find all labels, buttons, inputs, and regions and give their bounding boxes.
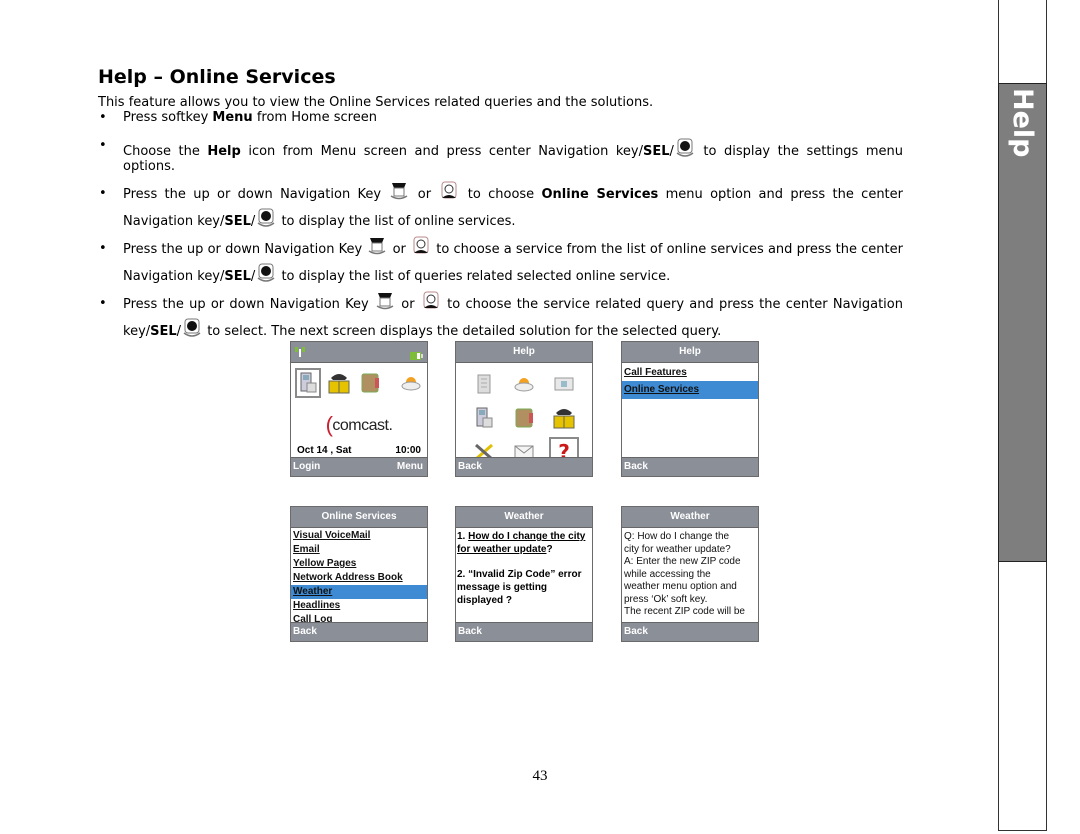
help-list: Call Features Online Services [622,363,758,399]
softkey-back[interactable]: Back [458,626,482,637]
services-list: Visual VoiceMail Email Yellow Pages Netw… [291,528,427,627]
instruction-step: Press the up or down Navigation Key or t… [98,236,903,290]
address-book-icon[interactable] [549,403,579,433]
list-item[interactable]: Yellow Pages [291,557,427,571]
nav-select-key-icon [256,263,276,283]
softkey-back[interactable]: Back [624,626,648,637]
phone-settings-icon[interactable] [295,368,321,398]
screen-title: Online Services [291,507,427,528]
screen-title: Weather [456,507,592,528]
intro-text: This feature allows you to view the Onli… [98,95,654,110]
status-bar [291,342,427,363]
softkey-bar: Back [622,622,758,641]
media-icon[interactable] [549,369,579,399]
nav-up-key-icon [389,181,409,201]
screen-weather-queries: Weather 1. How do I change the city for … [455,506,593,642]
list-item[interactable]: Email [291,543,427,557]
screen-title: Help [456,342,592,363]
nav-down-key-icon [411,236,431,256]
screen-title: Weather [622,507,758,528]
instruction-list: Press softkey Menu from Home screen Choo… [98,110,903,345]
phone-settings-icon[interactable] [469,403,499,433]
screen-help-menu: Help ? Back [455,341,593,477]
weather-icon[interactable] [509,369,539,399]
screen-home: (comcast. Oct 14 , Sat 10:00 Login Menu [290,341,428,477]
comcast-logo: (comcast. [325,412,393,437]
side-tab-label: Help [1007,88,1038,158]
screen-weather-answer: Weather Q: How do I change the city for … [621,506,759,642]
query-list: 1. How do I change the city for weather … [456,528,590,607]
nav-up-key-icon [375,291,395,311]
call-log-icon[interactable] [469,369,499,399]
page-number: 43 [532,768,548,784]
nav-up-key-icon [367,236,387,256]
instruction-step: Press the up or down Navigation Key or t… [98,181,903,235]
list-item-selected[interactable]: Online Services [622,381,758,399]
list-item[interactable]: Call Features [622,365,758,381]
query-item[interactable]: 1. How do I change the city for weather … [456,530,590,556]
list-item[interactable]: Visual VoiceMail [291,529,427,543]
time-label: 10:00 [395,445,421,456]
list-item[interactable]: Headlines [291,599,427,613]
softkey-back[interactable]: Back [624,461,648,472]
softkey-back[interactable]: Back [293,626,317,637]
softkey-menu[interactable]: Menu [397,458,423,476]
softkey-bar: Back [291,622,427,641]
softkey-bar: Login Menu [291,457,427,476]
address-book-icon[interactable] [327,368,352,398]
list-item-selected[interactable]: Weather [291,585,427,599]
page-title: Help – Online Services [98,66,336,88]
nav-select-key-icon [256,208,276,228]
list-item[interactable]: Network Address Book [291,571,427,585]
nav-select-key-icon [675,138,695,158]
battery-icon [410,348,423,360]
home-shortcuts [291,363,427,398]
instruction-step: Choose the Help icon from Menu screen an… [98,138,903,174]
softkey-bar: Back [456,622,592,641]
date-time-row: Oct 14 , Sat 10:00 [297,445,421,456]
instruction-step: Press softkey Menu from Home screen [98,110,903,125]
instruction-step: Press the up or down Navigation Key or t… [98,291,903,345]
nav-down-key-icon [421,291,441,311]
screen-online-services: Online Services Visual VoiceMail Email Y… [290,506,428,642]
notebook-icon[interactable] [357,368,382,398]
query-item[interactable]: 2. “Invalid Zip Code” error message is g… [456,568,590,607]
softkey-back[interactable]: Back [458,461,482,472]
answer-text: Q: How do I change the city for weather … [624,531,745,617]
nav-select-key-icon [182,318,202,338]
nav-down-key-icon [439,181,459,201]
weather-icon[interactable] [398,368,423,398]
notebook-icon[interactable] [509,403,539,433]
menu-grid: ? [456,363,592,467]
screen-title: Help [622,342,758,363]
softkey-login[interactable]: Login [293,461,320,472]
softkey-bar: Back [622,457,758,476]
date-label: Oct 14 , Sat [297,445,352,456]
screen-help-list: Help Call Features Online Services Back [621,341,759,477]
softkey-bar: Back [456,457,592,476]
signal-icon [294,345,306,357]
